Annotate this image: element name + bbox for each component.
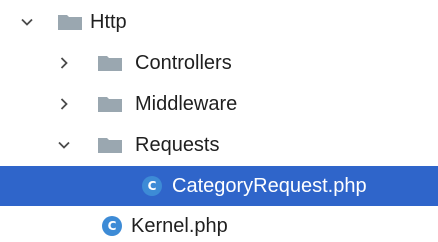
project-tree: Http Controllers Middleware Requests C C… [0, 0, 438, 242]
php-class-icon: C [102, 216, 122, 236]
tree-item-label: Controllers [135, 52, 232, 74]
tree-item-category-request[interactable]: C CategoryRequest.php [0, 166, 438, 206]
chevron-right-icon[interactable] [57, 56, 71, 70]
tree-item-label: Requests [135, 134, 220, 156]
folder-icon [98, 97, 122, 112]
php-class-icon: C [142, 176, 162, 196]
tree-item-label: Http [90, 11, 127, 33]
folder-icon [98, 138, 122, 153]
tree-item-http[interactable]: Http [0, 2, 438, 43]
chevron-down-icon[interactable] [20, 15, 34, 29]
tree-item-label: CategoryRequest.php [172, 175, 367, 197]
tree-item-middleware[interactable]: Middleware [0, 84, 438, 125]
tree-item-requests[interactable]: Requests [0, 125, 438, 166]
tree-item-label: Middleware [135, 93, 238, 115]
folder-icon [58, 15, 82, 30]
tree-item-kernel[interactable]: C Kernel.php [0, 206, 438, 242]
chevron-right-icon[interactable] [57, 97, 71, 111]
folder-icon [98, 56, 122, 71]
chevron-down-icon[interactable] [57, 138, 71, 152]
tree-item-controllers[interactable]: Controllers [0, 43, 438, 84]
tree-item-label: Kernel.php [131, 215, 228, 237]
